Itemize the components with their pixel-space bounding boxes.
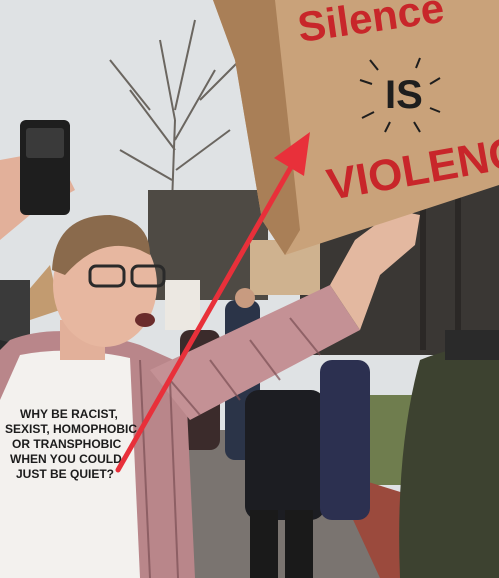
shirt-line-5: JUST BE QUIET? <box>16 467 114 481</box>
sign-line-2: IS <box>385 73 423 117</box>
shirt-line-4: WHEN YOU COULD <box>10 452 122 466</box>
shirt-line-3: OR TRANSPHOBIC <box>12 437 122 451</box>
shirt-line-1: WHY BE RACIST, <box>20 407 118 421</box>
protest-photo: Silence IS VIOLENCE WHY BE RACIST, SEXIS… <box>0 0 499 578</box>
photo-illustration: Silence IS VIOLENCE WHY BE RACIST, SEXIS… <box>0 0 499 578</box>
camera <box>445 330 499 360</box>
shirt-line-2: SEXIST, HOMOPHOBIC, <box>5 422 140 436</box>
background-sign-white <box>165 280 200 330</box>
